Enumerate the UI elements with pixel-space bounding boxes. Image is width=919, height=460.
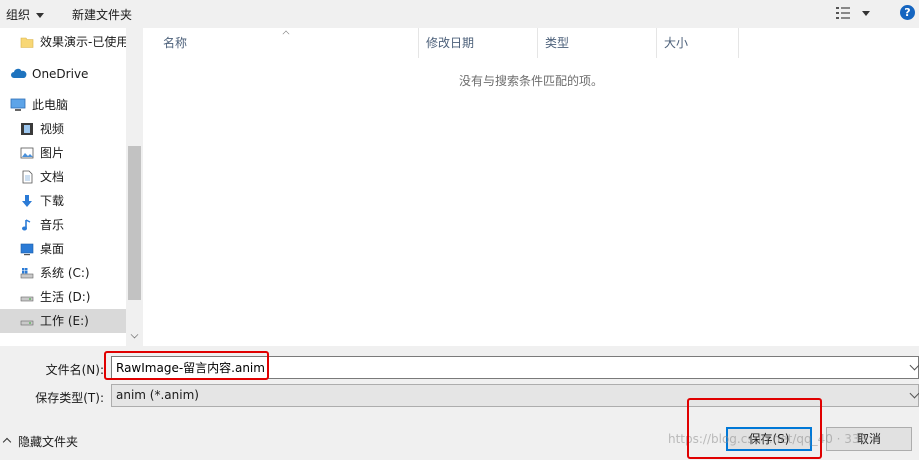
windows-drive-icon	[20, 268, 34, 279]
filetype-value: anim (*.anim)	[116, 388, 199, 402]
filetype-select[interactable]: anim (*.anim)	[111, 384, 919, 407]
nav-item-label: 图片	[40, 146, 65, 160]
nav-item-label: 桌面	[40, 242, 65, 256]
nav-item-drive-d[interactable]: 生活 (D:)	[0, 285, 126, 309]
help-button[interactable]: ?	[900, 5, 915, 20]
nav-item-label: 此电脑	[32, 98, 69, 112]
change-view-button[interactable]	[836, 6, 872, 22]
nav-item-drive-c[interactable]: 系统 (C:)	[0, 261, 126, 285]
computer-icon	[10, 98, 26, 111]
empty-results-message: 没有与搜索条件匹配的项。	[458, 74, 603, 88]
chevron-down-icon	[36, 13, 45, 18]
drive-icon	[20, 320, 34, 326]
hide-folders-label: 隐藏文件夹	[18, 435, 79, 449]
nav-scrollbar[interactable]	[126, 28, 143, 346]
nav-item-label: 系统 (C:)	[40, 266, 90, 280]
filetype-label: 保存类型(T):	[35, 391, 104, 405]
folder-icon	[20, 37, 34, 48]
nav-item-documents[interactable]: 文档	[0, 165, 126, 189]
organize-label: 组织	[6, 8, 31, 22]
column-header-date-modified[interactable]: 修改日期	[418, 28, 538, 58]
nav-item-downloads[interactable]: 下载	[0, 189, 126, 213]
save-button[interactable]: 保存(S)	[726, 427, 812, 451]
nav-item-effect-demo[interactable]: 效果演示-已使用	[0, 30, 126, 54]
organize-menu-button[interactable]: 组织	[6, 6, 45, 23]
nav-item-label: 效果演示-已使用	[40, 35, 126, 49]
column-header-size[interactable]: 大小	[656, 28, 739, 58]
nav-item-label: 文档	[40, 170, 65, 184]
nav-item-label: 下载	[40, 194, 65, 208]
pictures-icon	[20, 147, 34, 159]
video-icon	[21, 123, 33, 135]
nav-item-onedrive[interactable]: OneDrive	[0, 62, 126, 86]
filename-label: 文件名(N):	[45, 363, 104, 377]
drive-icon	[20, 296, 34, 302]
nav-item-music[interactable]: 音乐	[0, 213, 126, 237]
nav-item-label: 音乐	[40, 218, 65, 232]
nav-item-drive-e[interactable]: 工作 (E:)	[0, 309, 126, 333]
documents-icon	[22, 170, 33, 184]
nav-scrollbar-thumb[interactable]	[128, 146, 141, 300]
cancel-button[interactable]: 取消	[826, 427, 912, 451]
nav-item-label: 生活 (D:)	[40, 290, 91, 304]
filename-input[interactable]	[111, 356, 919, 379]
music-icon	[22, 219, 31, 231]
nav-item-this-pc[interactable]: 此电脑	[0, 93, 126, 117]
column-header-name[interactable]: 名称	[155, 28, 419, 58]
cloud-icon	[11, 68, 27, 78]
new-folder-button[interactable]: 新建文件夹	[72, 6, 132, 23]
chevron-down-icon	[862, 11, 870, 16]
nav-item-label: 视频	[40, 122, 65, 136]
download-icon	[22, 195, 32, 207]
nav-item-desktop[interactable]: 桌面	[0, 237, 126, 261]
nav-item-videos[interactable]: 视频	[0, 117, 126, 141]
nav-item-label: 工作 (E:)	[40, 314, 89, 328]
toolbar: 组织 新建文件夹 ?	[0, 0, 919, 28]
nav-item-label: OneDrive	[32, 67, 89, 81]
details-view-icon	[836, 7, 850, 19]
desktop-icon	[20, 243, 34, 256]
file-list[interactable]: 名称 修改日期 类型 大小 没有与搜索条件匹配的项。	[143, 28, 919, 346]
hide-folders-toggle[interactable]: 隐藏文件夹	[2, 433, 79, 450]
navigation-pane: 效果演示-已使用 OneDrive 此电脑 视频 图片 文档 下载 音乐 桌面 …	[0, 28, 143, 346]
column-header-type[interactable]: 类型	[537, 28, 657, 58]
chevron-down-icon[interactable]	[130, 330, 139, 339]
nav-item-pictures[interactable]: 图片	[0, 141, 126, 165]
chevron-up-icon	[2, 437, 12, 447]
